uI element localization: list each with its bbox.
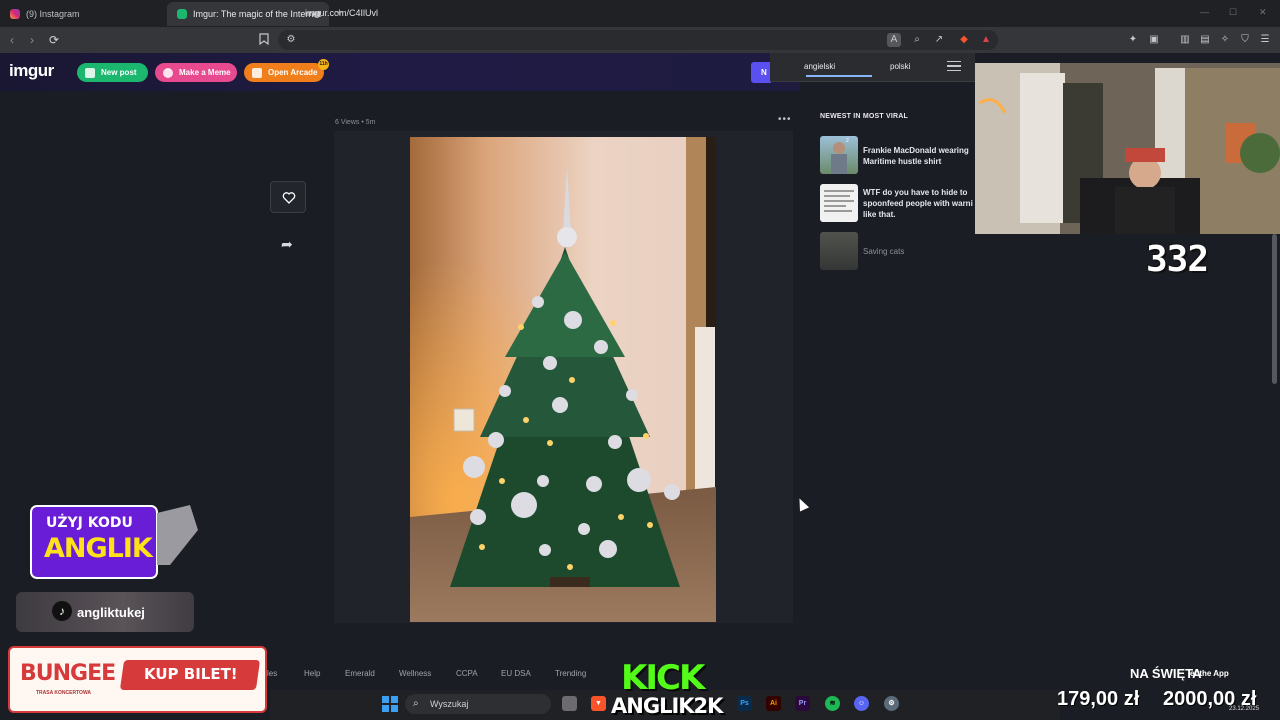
- christmas-tree-photo: [410, 137, 716, 622]
- search-icon: ⌕: [413, 698, 419, 709]
- sidebar-icon[interactable]: ▥: [1178, 33, 1192, 47]
- footer-link-help[interactable]: Help: [304, 669, 320, 678]
- bookmark-icon[interactable]: [257, 33, 271, 47]
- heart-icon: [282, 192, 296, 204]
- wallet-icon[interactable]: ▤: [1198, 33, 1212, 47]
- post-image[interactable]: [410, 137, 716, 622]
- post-meta: 6 Views • 5m: [335, 119, 376, 126]
- spotify-icon[interactable]: ≋: [825, 696, 840, 711]
- sidebar-heading: NEWEST IN MOST VIRAL: [820, 113, 908, 120]
- webcam-feed: [975, 63, 1280, 234]
- site-settings-icon[interactable]: ⚙: [284, 33, 298, 47]
- sidebar-thumb-3[interactable]: [820, 232, 858, 270]
- imgur-logo[interactable]: imgur: [9, 61, 54, 81]
- settings-gear-icon[interactable]: ⚙: [884, 696, 899, 711]
- footer-link-wellness[interactable]: Wellness: [399, 669, 431, 678]
- sidebar-item-3[interactable]: Saving cats: [863, 246, 975, 257]
- make-meme-button[interactable]: Make a Meme: [155, 63, 237, 82]
- bungee-cta[interactable]: KUP BILET!: [144, 665, 238, 683]
- close-window-icon[interactable]: ✕: [1259, 7, 1267, 18]
- zoom-icon[interactable]: ⌕: [910, 33, 924, 47]
- taskbar-search[interactable]: [405, 694, 551, 714]
- file-explorer-icon[interactable]: [562, 696, 577, 711]
- leo-ai-icon[interactable]: ✧: [1218, 33, 1232, 47]
- lang-target-tab[interactable]: polski: [890, 62, 910, 71]
- lang-source-tab[interactable]: angielski: [804, 62, 835, 71]
- brave-rewards-icon[interactable]: ▲: [979, 33, 993, 47]
- get-the-app-link[interactable]: et the App: [1190, 669, 1229, 678]
- footer-link-ccpa[interactable]: CCPA: [456, 669, 478, 678]
- donation-goal-current: 179,00 zł: [1057, 688, 1140, 710]
- photoshop-icon[interactable]: Ps: [737, 696, 752, 711]
- sign-up-button[interactable]: N: [751, 62, 771, 83]
- translate-menu-icon[interactable]: [947, 61, 961, 71]
- favorite-button[interactable]: [270, 181, 306, 213]
- text-screenshot-thumbnail-icon: [824, 190, 854, 212]
- footer-link-rules[interactable]: les: [267, 669, 277, 678]
- tiktok-handle: angliktukej: [77, 605, 145, 620]
- taskbar-date: 23.12.2025: [1229, 706, 1260, 712]
- reload-icon[interactable]: ⟳: [49, 33, 59, 47]
- plus-icon: [85, 67, 95, 78]
- active-lang-indicator: [806, 75, 872, 77]
- webcam-overlay: [975, 63, 1280, 234]
- back-icon[interactable]: ‹: [10, 33, 14, 47]
- brave-shield-icon[interactable]: ◆: [957, 33, 971, 47]
- sidebar-item-1[interactable]: Frankie MacDonald wearing Maritime hustl…: [863, 145, 975, 167]
- minimize-icon[interactable]: —: [1200, 7, 1209, 17]
- translate-popup: angielski polski: [770, 53, 975, 82]
- sidebar-item-2[interactable]: WTF do you have to hide to spoonfeed peo…: [863, 187, 975, 220]
- sidebar-thumb-1[interactable]: [820, 136, 858, 174]
- open-arcade-button[interactable]: Open Arcade: [244, 63, 324, 82]
- brave-browser-icon[interactable]: ▼: [591, 696, 606, 711]
- maximize-icon[interactable]: ☐: [1229, 7, 1237, 18]
- footer-link-eu-dsa[interactable]: EU DSA: [501, 669, 531, 678]
- vpn-icon[interactable]: ⛉: [1238, 33, 1252, 47]
- address-bar-row: ‹ › ⟳ ⚙ imgur.com/C4IlUvl A ⌕ ↗ ◆ ▲ ✦ ▣ …: [0, 27, 1280, 53]
- premiere-icon[interactable]: Pr: [795, 696, 810, 711]
- imgur-favicon-icon: [177, 9, 187, 19]
- tab-label: Imgur: The magic of the Internet: [193, 9, 321, 19]
- discord-icon[interactable]: ☺: [854, 696, 869, 711]
- thumb-badge: 2: [846, 138, 849, 144]
- new-post-button[interactable]: New post: [77, 63, 148, 82]
- footer-link-emerald[interactable]: Emerald: [345, 669, 375, 678]
- tab-search-icon[interactable]: ▣: [1147, 33, 1161, 47]
- instagram-icon: [10, 9, 20, 19]
- bungee-subtitle: TRASA KONCERTOWA: [36, 690, 91, 696]
- url-text-visible: imgur.com/C4IlUvl: [305, 8, 379, 18]
- more-options-icon[interactable]: •••: [778, 114, 792, 125]
- arcade-badge: 11h: [318, 59, 329, 70]
- person-thumbnail-icon: [831, 142, 847, 174]
- meme-icon: [163, 67, 173, 78]
- bungee-title: BUNGEE: [20, 661, 116, 686]
- menu-icon[interactable]: ☰: [1258, 33, 1272, 47]
- illustrator-icon[interactable]: Ai: [766, 696, 781, 711]
- new-post-label: New post: [101, 68, 137, 77]
- kick-logo: KICK: [621, 658, 705, 698]
- promo-line-2: ANGLIK: [44, 533, 153, 564]
- make-meme-label: Make a Meme: [179, 68, 231, 77]
- tab-bar: (9) Instagram Imgur: The magic of the In…: [0, 0, 1280, 27]
- open-arcade-label: Open Arcade: [268, 68, 318, 77]
- stream-counter: 332: [1146, 239, 1209, 280]
- share-page-icon[interactable]: ↗: [932, 33, 946, 47]
- footer-link-trending[interactable]: Trending: [555, 669, 586, 678]
- promo-line-1: UŻYJ KODU: [46, 515, 133, 531]
- taskbar-search-placeholder: Wyszukaj: [430, 699, 469, 709]
- windows-start-icon[interactable]: [382, 696, 398, 712]
- extensions-icon[interactable]: ✦: [1126, 33, 1140, 47]
- gamepad-icon: [252, 67, 262, 78]
- share-arrow-icon[interactable]: ➦: [281, 236, 293, 253]
- tiktok-icon: ♪: [52, 601, 72, 621]
- promo-code-overlay: UŻYJ KODU ANGLIK: [30, 505, 198, 581]
- kick-username: ANGLIK2K: [611, 694, 723, 718]
- forward-icon[interactable]: ›: [30, 33, 34, 47]
- sidebar-thumb-2[interactable]: [820, 184, 858, 222]
- tab-instagram[interactable]: (9) Instagram: [0, 2, 166, 26]
- translate-icon[interactable]: A: [887, 33, 901, 47]
- tab-label: (9) Instagram: [26, 9, 80, 19]
- page-scrollbar[interactable]: [1272, 234, 1277, 384]
